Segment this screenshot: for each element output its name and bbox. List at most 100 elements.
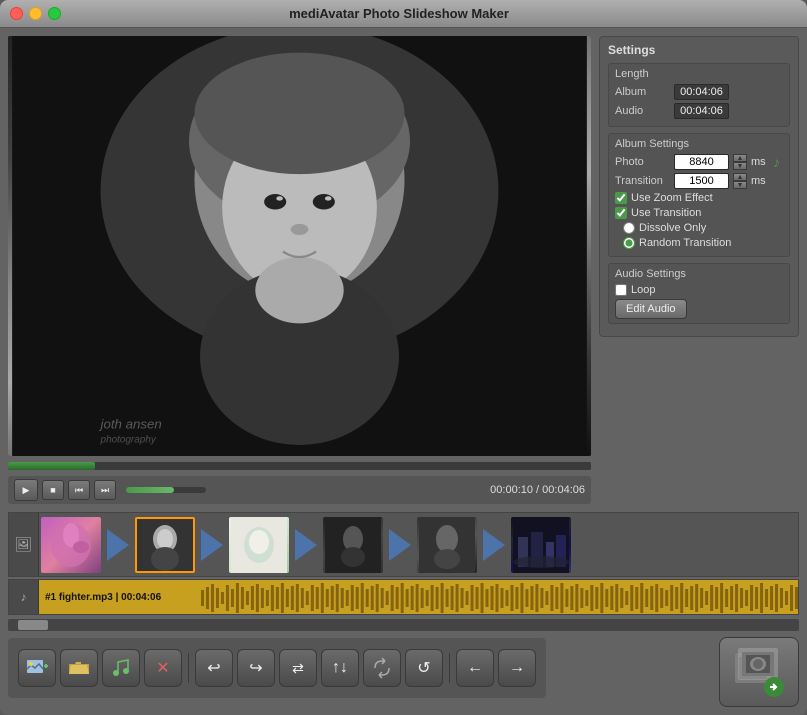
time-display: 00:00:10 / 00:04:06 (490, 484, 585, 496)
open-folder-button[interactable] (60, 649, 98, 687)
progress-bar[interactable] (8, 462, 591, 470)
scrollbar-thumb[interactable] (18, 620, 48, 630)
right-panel: Settings Length Album 00:04:06 Audio 00:… (599, 36, 799, 504)
transition-spin-up[interactable]: ▲ (733, 173, 747, 181)
thumb-child-img (137, 519, 193, 571)
photo-spin-down[interactable]: ▼ (733, 162, 747, 170)
audio-label: Audio (615, 105, 670, 117)
thumb-flower[interactable] (41, 517, 101, 573)
audio-value: 00:04:06 (674, 103, 729, 119)
redo-button[interactable]: ↪ (237, 649, 275, 687)
window-title: mediAvatar Photo Slideshow Maker (1, 6, 797, 21)
titlebar: mediAvatar Photo Slideshow Maker (0, 0, 807, 28)
move-left-button[interactable]: ← (456, 649, 494, 687)
transition-spin-down[interactable]: ▼ (733, 181, 747, 189)
use-transition-row: Use Transition (615, 207, 783, 219)
app-window: mediAvatar Photo Slideshow Maker (0, 0, 807, 715)
arrow-5 (479, 522, 509, 567)
audio-track-icon: ♪ (9, 579, 39, 615)
dissolve-only-radio[interactable] (623, 222, 635, 234)
move-right-button[interactable]: → (498, 649, 536, 687)
delete-button[interactable]: ✕ (144, 649, 182, 687)
transition-label: Transition (615, 175, 670, 187)
preview-photo: joth ansen photography (8, 36, 591, 456)
random-transition-radio[interactable] (623, 237, 635, 249)
use-transition-checkbox[interactable] (615, 207, 627, 219)
audio-settings-title: Audio Settings (615, 268, 783, 280)
photo-spin-up[interactable]: ▲ (733, 154, 747, 162)
dissolve-only-row: Dissolve Only (623, 222, 783, 234)
main-area: joth ansen photography ▶ ■ ⏮ ⏭ 00:00: (0, 28, 807, 512)
rotate-button[interactable]: ↺ (405, 649, 443, 687)
photo-spinner: ▲ ▼ (733, 154, 747, 170)
thumb-dark2[interactable] (417, 517, 477, 573)
stop-button[interactable]: ■ (42, 480, 64, 500)
svg-text:joth ansen: joth ansen (99, 416, 162, 431)
audio-settings-group: Audio Settings Loop Edit Audio (608, 263, 790, 324)
thumb-dark1[interactable] (323, 517, 383, 573)
undo-button[interactable]: ↩ (195, 649, 233, 687)
settings-group: Settings Length Album 00:04:06 Audio 00:… (599, 36, 799, 337)
arrow-2 (197, 522, 227, 567)
transition-unit: ms (751, 175, 769, 187)
photo-unit: ms (751, 156, 769, 168)
svg-text:photography: photography (100, 435, 157, 446)
random-transition-label: Random Transition (639, 237, 731, 249)
loop-checkbox[interactable] (615, 284, 627, 296)
export-button[interactable] (719, 637, 799, 707)
preview-area: joth ansen photography (8, 36, 591, 456)
audio-timeline: ♪ #1 fighter.mp3 | 00:04:06 (8, 579, 799, 615)
scrollbar[interactable] (8, 619, 799, 631)
timeline-items (39, 513, 573, 576)
add-photo-button[interactable] (18, 649, 56, 687)
separator-1 (188, 653, 189, 683)
left-panel: joth ansen photography ▶ ■ ⏮ ⏭ 00:00: (8, 36, 591, 504)
next-button[interactable]: ⏭ (94, 480, 116, 500)
bottom-toolbar-row: ✕ ↩ ↪ ⇄ ↑↓ ↺ ← → (8, 637, 799, 715)
loop-row: Loop (615, 284, 783, 296)
thumb-child[interactable] (135, 517, 195, 573)
use-zoom-label: Use Zoom Effect (631, 192, 713, 204)
volume-fill (126, 487, 174, 493)
thumb-flower-img (41, 517, 101, 573)
waveform-svg (199, 580, 798, 614)
transition-spinner: ▲ ▼ (733, 173, 747, 189)
arrow-1 (103, 522, 133, 567)
photo-label: Photo (615, 156, 670, 168)
export-icon (732, 645, 787, 700)
use-zoom-row: Use Zoom Effect (615, 192, 783, 204)
move-up-button[interactable]: ↑↓ (321, 649, 359, 687)
play-button[interactable]: ▶ (14, 479, 38, 501)
photo-input[interactable] (674, 154, 729, 170)
arrow-3 (291, 522, 321, 567)
thumb-dark1-img (323, 517, 383, 573)
transition-button[interactable]: ⇄ (279, 649, 317, 687)
random-transition-row: Random Transition (623, 237, 783, 249)
playback-controls: ▶ ■ ⏮ ⏭ 00:00:10 / 00:04:06 (8, 476, 591, 504)
prev-button[interactable]: ⏮ (68, 480, 90, 500)
settings-title: Settings (608, 43, 790, 57)
album-label: Album (615, 86, 670, 98)
loop-label: Loop (631, 284, 655, 296)
length-title: Length (615, 68, 783, 80)
use-zoom-checkbox[interactable] (615, 192, 627, 204)
thumb-night[interactable] (511, 517, 571, 573)
photo-timeline: 🖼 (8, 512, 799, 577)
transition-input[interactable] (674, 173, 729, 189)
length-group: Length Album 00:04:06 Audio 00:04:06 (608, 63, 790, 127)
thumb-dark2-img (417, 517, 477, 573)
audio-waveform (199, 580, 798, 614)
edit-audio-button[interactable]: Edit Audio (615, 299, 687, 319)
audio-track-label: #1 fighter.mp3 | 00:04:06 (39, 580, 199, 614)
thumb-flowers2[interactable] (229, 517, 289, 573)
add-music-button[interactable] (102, 649, 140, 687)
use-transition-label: Use Transition (631, 207, 701, 219)
loop-button[interactable] (363, 649, 401, 687)
separator-2 (449, 653, 450, 683)
thumb-flowers2-img (229, 517, 289, 573)
volume-slider[interactable] (126, 487, 206, 493)
preview-svg: joth ansen photography (8, 36, 591, 456)
progress-fill (8, 462, 95, 470)
album-settings-title: Album Settings (615, 138, 783, 150)
arrow-4 (385, 522, 415, 567)
